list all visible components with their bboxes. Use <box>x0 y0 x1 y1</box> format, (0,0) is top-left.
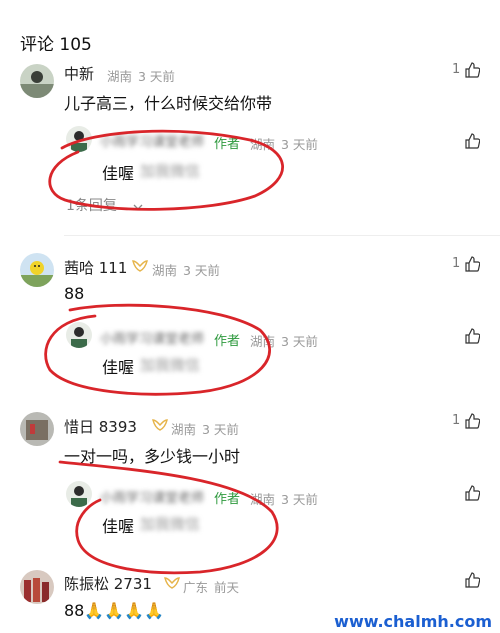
avatar[interactable] <box>20 253 54 287</box>
comment-username[interactable]: 茜哈 111 <box>64 257 127 278</box>
author-tag: 作者 <box>214 492 241 507</box>
comment-time: 3 天前 <box>202 422 239 437</box>
site-watermark: www.chalmh.com <box>334 612 492 631</box>
author-tag: 作者 <box>214 137 241 152</box>
like-count: 1 <box>452 413 461 428</box>
author-avatar[interactable] <box>66 126 92 152</box>
like-icon[interactable] <box>464 133 481 149</box>
like-count: 1 <box>452 256 461 271</box>
reply-text-blurred: 加我微信 <box>140 162 201 180</box>
avatar[interactable] <box>20 412 54 446</box>
like-icon[interactable] <box>464 328 481 344</box>
author-name[interactable]: 小雨学习课堂老师 <box>100 487 204 506</box>
author-avatar[interactable] <box>66 481 92 507</box>
reply-time: 3 天前 <box>281 492 318 507</box>
comments-header-title: 评论 105 <box>20 35 92 55</box>
gold-ribbon-icon <box>152 417 168 436</box>
view-replies-link[interactable]: 1条回复 <box>66 195 117 215</box>
reply-text-blurred: 加我微信 <box>140 356 201 374</box>
reply-time: 3 天前 <box>281 334 318 349</box>
reply-location: 湖南 <box>250 334 276 349</box>
comment-time: 3 天前 <box>183 263 220 278</box>
comment-location: 湖南 <box>171 422 197 437</box>
comment-location: 湖南 <box>152 263 178 278</box>
annotation-circle <box>44 303 272 396</box>
author-name[interactable]: 小雨学习课堂老师 <box>100 328 204 347</box>
author-avatar[interactable] <box>66 322 92 348</box>
comment-text: 88 <box>64 284 85 303</box>
like-icon[interactable] <box>464 256 481 272</box>
author-name[interactable]: 小雨学习课堂老师 <box>100 131 204 150</box>
comment-time: 3 天前 <box>138 69 175 84</box>
reply-text: 佳喔 <box>102 164 135 183</box>
reply-location: 湖南 <box>250 137 276 152</box>
chevron-down-icon[interactable] <box>133 197 143 216</box>
reply-location: 湖南 <box>250 492 276 507</box>
comment-time: 前天 <box>214 580 240 595</box>
comment-username[interactable]: 陈振松 2731 <box>64 573 152 594</box>
avatar[interactable] <box>20 64 54 98</box>
like-icon[interactable] <box>464 572 481 588</box>
divider <box>64 235 500 236</box>
like-icon[interactable] <box>464 485 481 501</box>
like-icon[interactable] <box>464 62 481 78</box>
like-icon[interactable] <box>464 413 481 429</box>
comment-username[interactable]: 惜日 8393 <box>64 416 137 437</box>
reply-text: 佳喔 <box>102 358 135 377</box>
avatar[interactable] <box>20 570 54 604</box>
reply-time: 3 天前 <box>281 137 318 152</box>
comment-location: 广东 <box>183 580 209 595</box>
comment-username[interactable]: 中新 <box>64 63 94 84</box>
comment-text: 88🙏🙏🙏🙏 <box>64 601 165 620</box>
comment-text: 一对一吗，多少钱一小时 <box>64 447 241 466</box>
reply-text-blurred: 加我微信 <box>140 515 201 533</box>
gold-ribbon-icon <box>164 575 180 594</box>
reply-text: 佳喔 <box>102 517 135 536</box>
gold-ribbon-icon <box>132 258 148 277</box>
comment-location: 湖南 <box>107 69 133 84</box>
comment-text: 儿子高三，什么时候交给你带 <box>64 94 273 113</box>
like-count: 1 <box>452 62 461 77</box>
author-tag: 作者 <box>214 334 241 349</box>
